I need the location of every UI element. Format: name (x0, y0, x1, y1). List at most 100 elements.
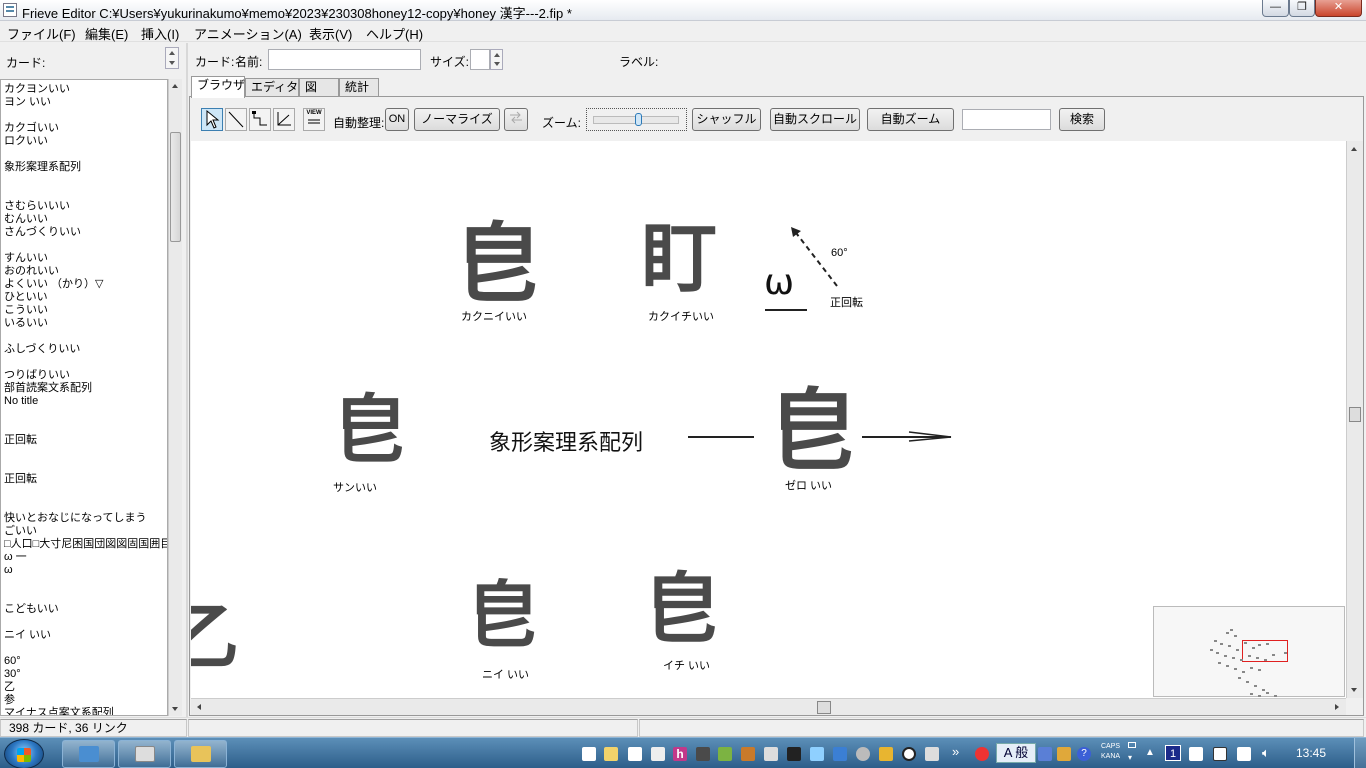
list-item[interactable]: マイナス点案文系配列 (4, 707, 114, 715)
ime-dict-icon[interactable] (1038, 747, 1052, 761)
tab-browser[interactable]: ブラウザ (191, 76, 245, 98)
volume-icon[interactable]: 🔈︎ (1262, 745, 1270, 761)
normalize-button[interactable]: ノーマライズ (414, 108, 500, 131)
terminal-icon[interactable] (787, 747, 801, 761)
kanji-card-glyph[interactable]: 皀 (644, 571, 720, 647)
window-app-icon[interactable] (810, 747, 824, 761)
list-item[interactable]: 30° (4, 668, 21, 681)
list-item[interactable]: No title (4, 395, 38, 408)
minimize-button[interactable]: — (1262, 0, 1289, 17)
menu-edit[interactable]: 編集(E) (85, 24, 128, 43)
shuffle-button[interactable]: シャッフル (692, 108, 761, 131)
maximize-button[interactable]: ❐ (1289, 0, 1315, 17)
list-item[interactable]: すんいい (4, 252, 48, 265)
download-icon[interactable] (833, 747, 847, 761)
kanji-card-glyph[interactable]: 皀 (769, 386, 857, 474)
language-indicator[interactable]: 1 (1165, 745, 1181, 761)
kanji-card-glyph[interactable]: 皀 (467, 579, 539, 651)
network-icon[interactable] (1213, 747, 1227, 761)
line-tool-button[interactable] (225, 108, 247, 131)
calendar-icon[interactable] (764, 747, 778, 761)
card-list-spinner[interactable] (165, 47, 179, 69)
dictionary-icon[interactable] (696, 747, 710, 761)
list-item[interactable]: カクゴいい (4, 122, 59, 135)
kanji-card-glyph[interactable]: 盯 (641, 221, 717, 297)
card-size-input[interactable] (470, 49, 490, 70)
close-button[interactable]: ✕ (1315, 0, 1362, 17)
list-item[interactable]: こどもいい (4, 603, 59, 616)
canvas-vertical-scrollbar[interactable] (1346, 141, 1363, 698)
list-item[interactable]: ごいい (4, 525, 37, 538)
more-apps-chevron-icon[interactable]: » (952, 744, 959, 759)
list-item[interactable]: ひといい (4, 291, 48, 304)
zoom-slider-knob[interactable] (635, 113, 642, 126)
list-item[interactable]: ふしづくりいい (4, 343, 80, 356)
show-desktop-button[interactable] (1354, 738, 1366, 768)
ime-restore-icon[interactable] (1128, 742, 1136, 748)
menu-animation[interactable]: アニメーション(A) (194, 24, 302, 43)
list-item[interactable]: 部首読案文系配列 (4, 382, 92, 395)
tab-editor[interactable]: エディタ (245, 78, 299, 97)
kanji-card-glyph[interactable]: 皀 (455, 221, 541, 307)
list-item[interactable]: ニイ いい (4, 629, 51, 642)
card-name-input[interactable] (268, 49, 421, 70)
tab-figure[interactable]: 図 (299, 78, 339, 97)
list-item[interactable]: カクヨンいい (4, 83, 70, 96)
pencil-icon[interactable] (879, 747, 893, 761)
overview-minimap[interactable] (1153, 606, 1345, 697)
ime-tool-icon[interactable] (1057, 747, 1071, 761)
list-item[interactable]: 乙 (4, 681, 15, 694)
undo-arrange-button[interactable] (504, 108, 528, 131)
search-input[interactable] (962, 109, 1051, 130)
list-item[interactable]: ω (4, 564, 13, 577)
list-item[interactable]: 快いとおなじになってしまう (4, 512, 146, 525)
folder-doc-icon[interactable] (604, 747, 618, 761)
canvas-vscroll-thumb[interactable] (1349, 407, 1361, 422)
calc-app-icon[interactable] (925, 747, 939, 761)
list-item[interactable]: こういい (4, 304, 48, 317)
document-icon[interactable] (582, 747, 596, 761)
scroll-up-icon[interactable] (1351, 147, 1357, 151)
list-item[interactable]: つりばりいい (4, 369, 70, 382)
panel-splitter[interactable] (186, 43, 188, 717)
list-item[interactable]: 正回転 (4, 473, 37, 486)
ime-dropdown-icon[interactable]: ▾ (1128, 753, 1132, 762)
disc-icon[interactable] (856, 747, 870, 761)
auto-arrange-on-button[interactable]: ON (385, 108, 409, 131)
list-item[interactable]: ロクいい (4, 135, 48, 148)
help-icon[interactable]: ? (1077, 747, 1091, 761)
taskbar-folder-button[interactable] (174, 740, 227, 768)
start-button[interactable] (4, 739, 44, 768)
list-item[interactable]: おのれいい (4, 265, 59, 278)
menu-insert[interactable]: 挿入(I) (141, 24, 179, 43)
elbow-link-tool-button[interactable] (249, 108, 271, 131)
zoom-slider[interactable] (586, 108, 687, 131)
list-item[interactable]: 象形案理系配列 (4, 161, 81, 174)
scroll-down-icon[interactable] (1351, 688, 1357, 692)
angle-link-tool-button[interactable] (273, 108, 295, 131)
list-item[interactable]: むんいい (4, 213, 48, 226)
auto-zoom-button[interactable]: 自動ズーム (867, 108, 954, 131)
list-item[interactable]: 正回転 (4, 434, 37, 447)
taskbar-frieve-button[interactable] (118, 740, 171, 768)
auto-scroll-button[interactable]: 自動スクロール (770, 108, 860, 131)
calculator-icon[interactable] (651, 747, 665, 761)
scroll-down-icon[interactable] (172, 707, 178, 711)
menu-help[interactable]: ヘルプ(H) (366, 24, 423, 43)
pointer-tool-button[interactable] (201, 108, 223, 131)
list-item[interactable]: よくいい （かり）▽ (4, 278, 104, 291)
scroll-right-icon[interactable] (1335, 704, 1339, 710)
card-list[interactable]: カクヨンいい ヨン いい カクゴいい ロクいい 象形案理系配列 さむらいいい むんいい… (0, 79, 168, 716)
list-item[interactable]: 参 (4, 694, 15, 707)
card-size-spinner[interactable] (490, 49, 503, 70)
kanji-card-glyph[interactable]: 皀 (333, 393, 407, 467)
card-list-scrollbar[interactable] (168, 79, 182, 716)
list-item[interactable]: いるいい (4, 317, 48, 330)
clock-app-icon[interactable] (902, 747, 916, 761)
canvas-horizontal-scrollbar[interactable] (191, 698, 1346, 715)
center-card-title[interactable]: 象形案理系配列 (489, 425, 643, 457)
scroll-up-icon[interactable] (172, 84, 178, 88)
h-app-icon[interactable]: h (673, 747, 687, 761)
search-button[interactable]: 検索 (1059, 108, 1105, 131)
ime-pin-icon[interactable] (975, 747, 989, 761)
